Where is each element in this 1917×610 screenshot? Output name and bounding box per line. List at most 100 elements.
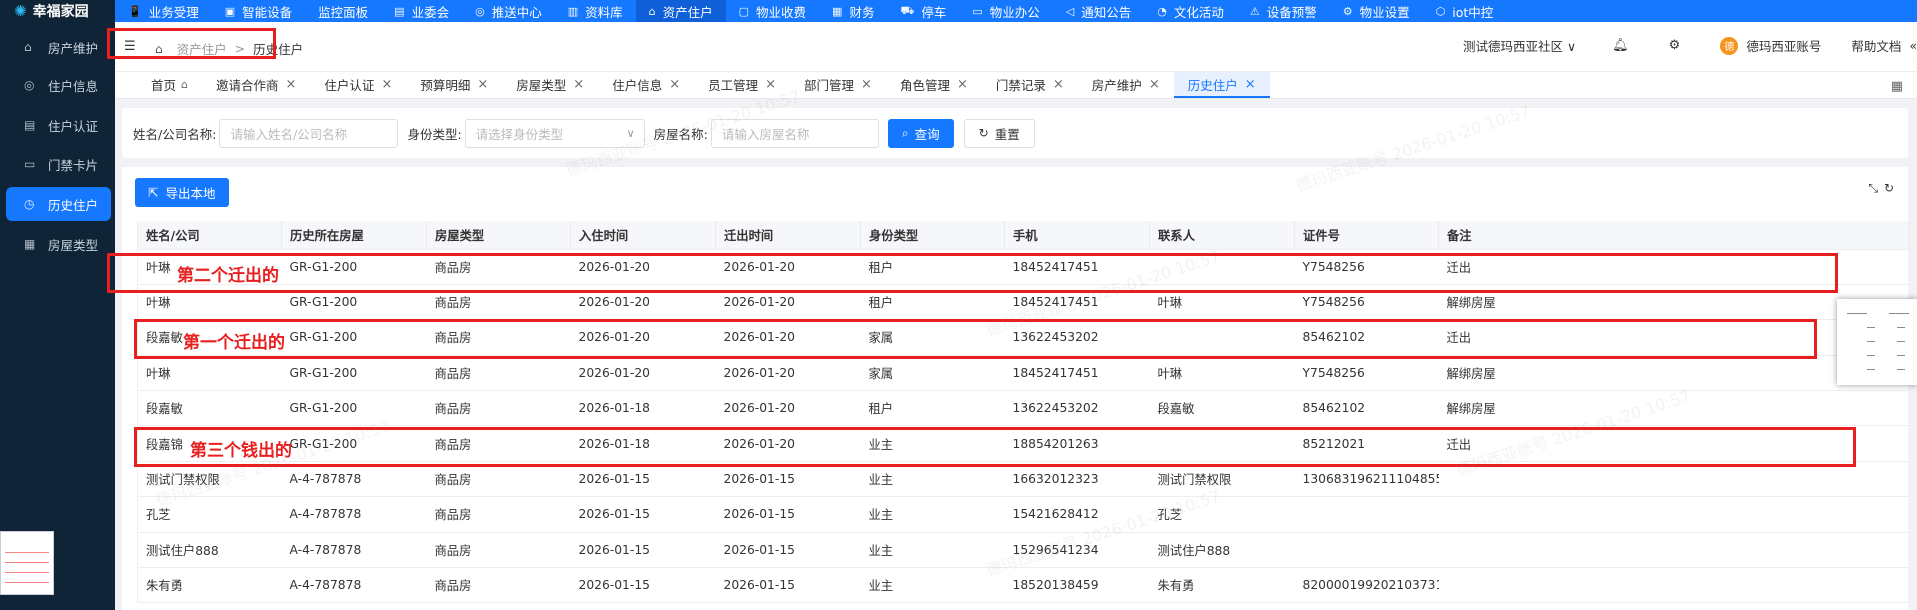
- topnav-office[interactable]: ▭ 物业办公: [959, 0, 1052, 22]
- close-icon[interactable]: ×: [1149, 77, 1160, 92]
- table-row[interactable]: 测试住户888 A-4-787878 商品房 2026-01-15 2026-01-15…: [137, 532, 1909, 569]
- close-icon[interactable]: ×: [669, 77, 680, 92]
- sidebar-item-resident-info[interactable]: ◎ 住户信息: [6, 68, 111, 102]
- tab-label: 门禁记录: [995, 77, 1046, 93]
- phone-icon: 📱: [128, 4, 142, 18]
- account-name[interactable]: 德玛西亚账号: [1746, 36, 1821, 55]
- tab-label: 房产维护: [1091, 77, 1142, 93]
- close-icon[interactable]: ×: [765, 77, 776, 92]
- topnav-committee[interactable]: ▤ 业委会: [381, 0, 462, 22]
- export-button[interactable]: ⇱ 导出本地: [135, 178, 229, 207]
- column-header: 迁出时间: [715, 221, 861, 250]
- topnav-monitor[interactable]: 监控面板: [305, 0, 381, 22]
- bell-icon[interactable]: 🔔︎: [1612, 38, 1629, 53]
- name-input[interactable]: 请输入姓名/公司名称: [219, 118, 399, 148]
- search-button[interactable]: ⌕ 查询: [887, 118, 954, 148]
- topnav-fees[interactable]: ▢ 物业收费: [726, 0, 819, 22]
- table-cell: 商品房: [426, 532, 571, 569]
- sidebar-item-property-maintenance[interactable]: ⌂ 房产维护: [6, 30, 111, 64]
- close-icon[interactable]: ×: [861, 77, 872, 92]
- tab-staff[interactable]: 员工管理 ×: [694, 72, 790, 98]
- table-cell: 18452417451: [1004, 355, 1150, 392]
- topnav-notice[interactable]: ◁ 通知公告: [1053, 0, 1144, 22]
- topnav-business[interactable]: 📱 业务受理: [115, 0, 212, 22]
- tab-resident-verification[interactable]: 住户认证 ×: [310, 72, 406, 98]
- column-header: 历史所在房屋: [281, 221, 427, 250]
- house-input[interactable]: 请输入房屋名称: [710, 118, 879, 148]
- fee-icon: ▢: [738, 4, 750, 18]
- reset-button[interactable]: ↻ 重置: [963, 118, 1035, 148]
- topnav-smart-device[interactable]: ▣ 智能设备: [212, 0, 305, 22]
- close-icon[interactable]: ×: [573, 77, 584, 92]
- floating-preview-thumbnail[interactable]: [1837, 299, 1917, 385]
- fullscreen-icon[interactable]: ⤡: [1868, 181, 1884, 195]
- settings-gear-icon[interactable]: ⚙: [1669, 38, 1681, 53]
- topnav-push[interactable]: ◎ 推送中心: [462, 0, 555, 22]
- tab-invite-partner[interactable]: 邀请合作商 ×: [202, 72, 310, 98]
- table-cell: 叶琳: [137, 355, 282, 392]
- table-cell: 2026-01-15: [570, 532, 716, 569]
- table-cell: 2026-01-20: [715, 390, 861, 427]
- close-icon[interactable]: ×: [1053, 77, 1064, 92]
- close-icon[interactable]: ×: [957, 77, 968, 92]
- sidebar-item-house-type[interactable]: ▦ 房屋类型: [6, 227, 111, 261]
- table-cell: 2026-01-20: [570, 355, 716, 392]
- column-header: 房屋类型: [426, 221, 571, 250]
- close-icon[interactable]: ×: [381, 77, 392, 92]
- tab-budget-detail[interactable]: 预算明细 ×: [406, 72, 502, 98]
- search-button-label: 查询: [914, 126, 940, 142]
- tab-label: 住户认证: [324, 77, 375, 93]
- table-cell: 孔芝: [137, 496, 282, 533]
- tab-grid-icon[interactable]: ▦: [1891, 79, 1903, 94]
- tab-role[interactable]: 角色管理 ×: [886, 72, 982, 98]
- table-cell: 13622453202: [1004, 390, 1150, 427]
- tab-history-residents[interactable]: 历史住户 ×: [1173, 72, 1270, 98]
- topnav-settings[interactable]: ⚙ 物业设置: [1330, 0, 1423, 22]
- topnav-assets-residents[interactable]: ⌂ 资产住户: [635, 0, 726, 22]
- community-selector[interactable]: 测试德玛西亚社区 ∨: [1463, 36, 1576, 55]
- thumbnail-preview[interactable]: [0, 531, 54, 595]
- topnav-parking[interactable]: ⛟ 停车: [887, 0, 959, 22]
- table-row[interactable]: 朱有勇 A-4-787878 商品房 2026-01-15 2026-01-15 业主 18…: [137, 567, 1909, 604]
- topnav-finance[interactable]: ▦ 财务: [819, 0, 887, 22]
- tab-label: 预算明细: [420, 77, 471, 93]
- close-icon[interactable]: ×: [1245, 77, 1256, 92]
- refresh-icon[interactable]: ↻: [1884, 181, 1900, 195]
- close-icon[interactable]: ×: [477, 77, 488, 92]
- sidebar-item-history-residents[interactable]: ◷ 历史住户: [6, 187, 111, 221]
- tab-label: 房屋类型: [516, 77, 567, 93]
- topnav-iot[interactable]: ⬡ iot中控: [1423, 0, 1507, 22]
- sidebar-item-label: 历史住户: [48, 197, 99, 213]
- alert-icon: ⚠: [1249, 4, 1260, 18]
- close-icon[interactable]: ×: [286, 77, 297, 92]
- help-docs-link[interactable]: 帮助文档: [1851, 36, 1901, 55]
- tab-resident-info[interactable]: 住户信息 ×: [598, 72, 694, 98]
- collapse-double-chevron-icon[interactable]: «: [1909, 38, 1917, 53]
- logo-text: 幸福家园: [32, 4, 89, 20]
- table-row[interactable]: 叶琳 GR-G1-200 商品房 2026-01-20 2026-01-20 家属 1845…: [137, 355, 1909, 392]
- tab-home[interactable]: 首页 ⌂: [137, 72, 202, 98]
- table-cell: 2026-01-15: [570, 496, 716, 533]
- sidebar-item-resident-verification[interactable]: ▤ 住户认证: [6, 108, 111, 142]
- top-navigation: 📱 业务受理 ▣ 智能设备 监控面板 ▤ 业委会 ◎ 推送中心 ▥ 资料库 ⌂ 资产住户 ▢…: [115, 0, 1917, 22]
- table-row[interactable]: 孔芝 A-4-787878 商品房 2026-01-15 2026-01-15 业主 154…: [137, 496, 1909, 533]
- tab-department[interactable]: 部门管理 ×: [790, 72, 886, 98]
- table-cell: Y7548256: [1294, 355, 1439, 392]
- sidebar-item-label: 住户认证: [48, 118, 99, 134]
- app-logo[interactable]: ✺ 幸福家园: [0, 0, 115, 22]
- table-row[interactable]: 段嘉敏 GR-G1-200 商品房 2026-01-18 2026-01-20 租户 136…: [137, 390, 1909, 427]
- table-cell: 商品房: [426, 496, 571, 533]
- table-cell: A-4-787878: [281, 496, 427, 533]
- column-header: 备注: [1438, 221, 1909, 250]
- avatar[interactable]: 德: [1720, 36, 1739, 55]
- tab-house-type[interactable]: 房屋类型 ×: [502, 72, 598, 98]
- topnav-culture[interactable]: ◔ 文化活动: [1144, 0, 1237, 22]
- sidebar-item-access-card[interactable]: ▭ 门禁卡片: [6, 147, 111, 181]
- column-header: 证件号: [1294, 221, 1439, 250]
- identity-select[interactable]: 请选择身份类型 ∨: [464, 118, 645, 148]
- tab-access-log[interactable]: 门禁记录 ×: [982, 72, 1078, 98]
- tab-property-maintenance[interactable]: 房产维护 ×: [1078, 72, 1174, 98]
- topnav-alert[interactable]: ⚠ 设备预警: [1237, 0, 1330, 22]
- topnav-library[interactable]: ▥ 资料库: [555, 0, 636, 22]
- topnav-label: 停车: [921, 4, 947, 20]
